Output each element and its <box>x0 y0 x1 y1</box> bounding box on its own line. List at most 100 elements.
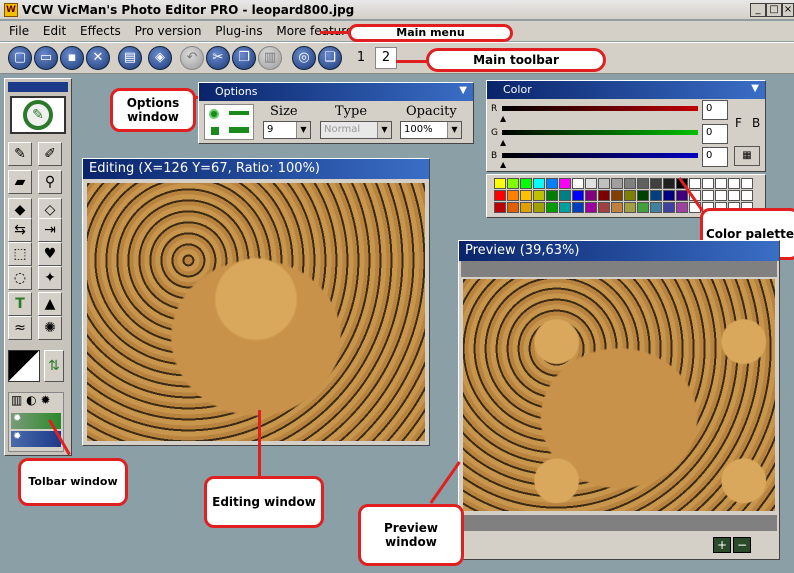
palette-swatch[interactable] <box>533 202 545 213</box>
green-value[interactable]: 0 <box>702 124 728 144</box>
pencil-icon[interactable]: ✎ <box>8 142 32 166</box>
palette-swatch[interactable] <box>702 178 714 189</box>
palette-swatch[interactable] <box>507 178 519 189</box>
palette-swatch[interactable] <box>611 178 623 189</box>
round-brush-icon[interactable] <box>209 109 219 119</box>
lasso-icon[interactable]: ◌ <box>8 266 32 290</box>
palette-swatch[interactable] <box>559 178 571 189</box>
app-icon[interactable]: W <box>4 3 18 17</box>
palette-swatch[interactable] <box>624 190 636 201</box>
palette-swatch[interactable] <box>624 202 636 213</box>
palette-swatch[interactable] <box>598 190 610 201</box>
palette-swatch[interactable] <box>520 190 532 201</box>
minimize-button[interactable]: _ <box>750 3 766 17</box>
foreground-label[interactable]: F <box>735 116 742 130</box>
palette-swatch[interactable] <box>650 202 662 213</box>
undo-icon[interactable]: ↶ <box>180 46 204 70</box>
palette-swatch[interactable] <box>585 190 597 201</box>
palette-swatch[interactable] <box>637 190 649 201</box>
menu-edit[interactable]: Edit <box>38 21 71 41</box>
red-slider-thumb[interactable]: ▲ <box>500 114 506 123</box>
palette-swatch[interactable] <box>533 190 545 201</box>
blue-value[interactable]: 0 <box>702 147 728 167</box>
save-icon[interactable]: ▪ <box>60 46 84 70</box>
maximize-button[interactable]: □ <box>766 3 782 17</box>
green-slider-thumb[interactable]: ▲ <box>500 138 506 147</box>
palette-swatch[interactable] <box>507 190 519 201</box>
rect-select-icon[interactable]: ⬚ <box>8 242 32 266</box>
open-icon[interactable]: ▭ <box>34 46 58 70</box>
palette-swatch[interactable] <box>702 190 714 201</box>
cut-icon[interactable]: ✂ <box>206 46 230 70</box>
palette-swatch[interactable] <box>637 202 649 213</box>
palette-swatch[interactable] <box>585 202 597 213</box>
palette-swatch[interactable] <box>520 202 532 213</box>
red-slider[interactable] <box>502 106 698 111</box>
palette-swatch[interactable] <box>728 178 740 189</box>
editing-canvas[interactable] <box>87 183 425 441</box>
clone-icon[interactable]: ⇆ <box>8 218 32 242</box>
collapse-icon[interactable]: ▼ <box>751 83 759 94</box>
palette-swatch[interactable] <box>715 190 727 201</box>
menu-file[interactable]: File <box>4 21 34 41</box>
palette-swatch[interactable] <box>715 178 727 189</box>
color-picker-icon[interactable]: ▦ <box>734 146 760 166</box>
palette-swatch[interactable] <box>598 178 610 189</box>
palette-swatch[interactable] <box>507 202 519 213</box>
brush-shape-selector[interactable] <box>204 104 254 140</box>
smudge-icon[interactable]: ≈ <box>8 316 32 340</box>
palette-swatch[interactable] <box>598 202 610 213</box>
close-icon[interactable]: ✕ <box>86 46 110 70</box>
zoom-in-button[interactable]: + <box>713 537 731 553</box>
tab-2[interactable]: 2 <box>375 47 397 69</box>
eyedropper-icon[interactable]: ⚲ <box>38 170 62 194</box>
palette-swatch[interactable] <box>533 178 545 189</box>
scan-icon[interactable]: ◈ <box>148 46 172 70</box>
copy-icon[interactable]: ❐ <box>232 46 256 70</box>
palette-swatch[interactable] <box>585 178 597 189</box>
menu-plug-ins[interactable]: Plug-ins <box>210 21 267 41</box>
menu-effects[interactable]: Effects <box>75 21 126 41</box>
zoom-icon[interactable]: ◎ <box>292 46 316 70</box>
palette-swatch[interactable] <box>689 178 701 189</box>
tab-1[interactable]: 1 <box>350 48 372 70</box>
menu-pro-version[interactable]: Pro version <box>130 21 207 41</box>
green-slider[interactable] <box>502 130 698 135</box>
zoom-out-button[interactable]: − <box>733 537 751 553</box>
palette-swatch[interactable] <box>572 190 584 201</box>
background-label[interactable]: B <box>752 116 760 130</box>
palette-swatch[interactable] <box>572 202 584 213</box>
eraser-icon[interactable]: ▰ <box>8 170 32 194</box>
opacity-select[interactable]: 100% ▼ <box>400 121 462 139</box>
heal-icon[interactable]: ♥ <box>38 242 62 266</box>
new-icon[interactable]: ▢ <box>8 46 32 70</box>
palette-swatch[interactable] <box>663 190 675 201</box>
shape-icon[interactable]: ▲ <box>38 292 62 316</box>
palette-swatch[interactable] <box>559 202 571 213</box>
blue-slider-thumb[interactable]: ▲ <box>500 160 506 169</box>
clone-stamp-icon[interactable]: ⇥ <box>38 218 62 242</box>
palette-swatch[interactable] <box>637 178 649 189</box>
red-value[interactable]: 0 <box>702 100 728 120</box>
palette-swatch[interactable] <box>650 178 662 189</box>
window-icon[interactable]: ❏ <box>318 46 342 70</box>
swap-colors-icon[interactable]: ⇅ <box>44 350 64 382</box>
brush-icon[interactable]: ✐ <box>38 142 62 166</box>
text-icon[interactable]: T <box>8 292 32 316</box>
paste-icon[interactable]: ▥ <box>258 46 282 70</box>
palette-swatch[interactable] <box>676 190 688 201</box>
flat-brush-icon[interactable] <box>229 127 249 133</box>
collapse-icon[interactable]: ▼ <box>459 85 467 96</box>
palette-swatch[interactable] <box>741 190 753 201</box>
airbrush-icon[interactable]: ✺ <box>38 316 62 340</box>
channels-icon[interactable]: ▥ ◐ ✹ <box>9 393 63 411</box>
square-brush-icon[interactable] <box>211 127 219 135</box>
palette-swatch[interactable] <box>611 202 623 213</box>
close-window-button[interactable]: × <box>782 3 794 17</box>
palette-swatch[interactable] <box>494 178 506 189</box>
palette-swatch[interactable] <box>559 190 571 201</box>
fg-bg-color-swatch[interactable] <box>8 350 40 382</box>
type-select[interactable]: Normal ▼ <box>320 121 392 139</box>
palette-swatch[interactable] <box>546 178 558 189</box>
palette-swatch[interactable] <box>494 202 506 213</box>
